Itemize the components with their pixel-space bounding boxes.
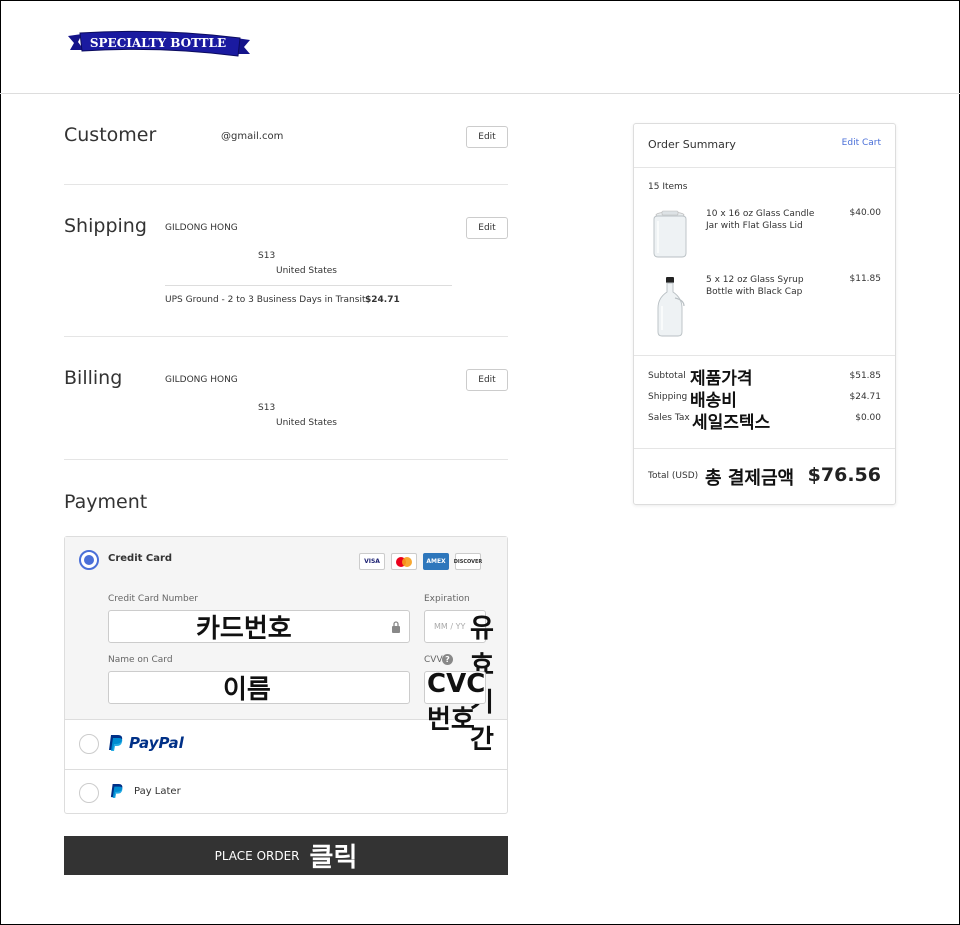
lock-icon: [392, 621, 400, 633]
shipping-method: UPS Ground - 2 to 3 Business Days in Tra…: [165, 295, 366, 305]
name-annotation: 이름: [223, 675, 271, 705]
mastercard-icon: [391, 553, 417, 570]
discover-icon: DISCOVER: [454, 553, 482, 570]
expiration-label: Expiration: [424, 594, 470, 604]
payment-title: Payment: [64, 491, 148, 513]
divider: [634, 355, 895, 356]
place-order-label: PLACE ORDER: [214, 848, 300, 863]
billing-title: Billing: [64, 367, 123, 389]
paypal-icon: [109, 735, 123, 751]
total-value: $76.56: [807, 464, 881, 486]
shipping-country: United States: [276, 266, 337, 276]
shipping-edit-button[interactable]: Edit: [466, 217, 508, 239]
billing-edit-button[interactable]: Edit: [466, 369, 508, 391]
total-annotation: 총 결제금액: [705, 468, 795, 489]
order-summary-title: Order Summary: [648, 138, 736, 151]
shipping-method-price: $24.71: [365, 295, 400, 305]
help-icon[interactable]: ?: [442, 654, 453, 665]
total-label: Total (USD): [648, 471, 699, 481]
edit-cart-link[interactable]: Edit Cart: [842, 138, 881, 148]
tax-label: Sales Tax: [648, 413, 690, 423]
subtotal-value: $51.85: [849, 371, 882, 381]
customer-edit-button[interactable]: Edit: [466, 126, 508, 148]
credit-card-label: Credit Card: [108, 553, 173, 564]
paypal-radio[interactable]: [79, 734, 99, 754]
visa-icon: VISA: [359, 553, 385, 570]
card-number-annotation: 카드번호: [196, 614, 292, 644]
subtotal-label: Subtotal: [648, 371, 686, 381]
item-name: 5 x 12 oz Glass Syrup Bottle with Black …: [706, 275, 804, 297]
divider: [634, 167, 895, 168]
shipping-title: Shipping: [64, 215, 147, 237]
shipping-label: Shipping: [648, 392, 688, 402]
item-name: 10 x 16 oz Glass Candle Jar with Flat Gl…: [706, 209, 815, 231]
shipping-name: GILDONG HONG: [165, 223, 238, 233]
customer-email: @gmail.com: [221, 131, 284, 142]
syrup-bottle-image: [652, 276, 688, 342]
cvv-annotation: CVC번호: [427, 669, 486, 735]
cvv-label: CVV: [424, 655, 443, 665]
tax-value: $0.00: [855, 413, 881, 423]
shipping-value: $24.71: [849, 392, 882, 402]
paylater-option[interactable]: Pay Later: [110, 783, 181, 799]
item-price: $11.85: [849, 274, 882, 284]
divider: [64, 336, 508, 337]
item-price: $40.00: [849, 208, 882, 218]
divider: [634, 448, 895, 449]
divider: [64, 459, 508, 460]
divider: [64, 184, 508, 185]
divider: [65, 769, 507, 770]
expiration-placeholder: MM / YY: [434, 622, 466, 631]
billing-name: GILDONG HONG: [165, 375, 238, 385]
shipping-inner-divider: [165, 285, 452, 286]
specialty-bottle-logo[interactable]: SPECIALTY BOTTLE: [66, 30, 252, 66]
place-order-button[interactable]: PLACE ORDER 클릭: [64, 836, 508, 875]
customer-title: Customer: [64, 124, 157, 146]
paypal-option[interactable]: PayPal: [108, 734, 184, 752]
billing-address: S13: [258, 403, 276, 413]
paypal-label: PayPal: [129, 734, 184, 752]
credit-card-option: Credit Card VISA AMEX DISCOVER Credit Ca…: [65, 537, 507, 755]
credit-card-radio[interactable]: [79, 550, 99, 570]
place-order-annotation: 클릭: [309, 843, 358, 873]
amex-icon: AMEX: [423, 553, 449, 570]
order-summary: Order Summary Edit Cart 15 Items 10 x 16…: [633, 123, 896, 505]
tax-annotation: 세일즈텍스: [692, 413, 771, 433]
paylater-radio[interactable]: [79, 783, 99, 803]
shipping-address: S13: [258, 251, 276, 261]
payment-methods: Credit Card VISA AMEX DISCOVER Credit Ca…: [64, 536, 508, 814]
candle-jar-image: [650, 209, 690, 263]
paypal-icon: [110, 784, 123, 798]
card-number-label: Credit Card Number: [108, 594, 198, 604]
items-count: 15 Items: [648, 182, 688, 192]
billing-country: United States: [276, 418, 337, 428]
name-on-card-label: Name on Card: [108, 655, 173, 665]
logo-text: SPECIALTY BOTTLE: [90, 36, 226, 50]
paylater-label: Pay Later: [134, 785, 181, 797]
site-header: SPECIALTY BOTTLE: [0, 0, 960, 94]
